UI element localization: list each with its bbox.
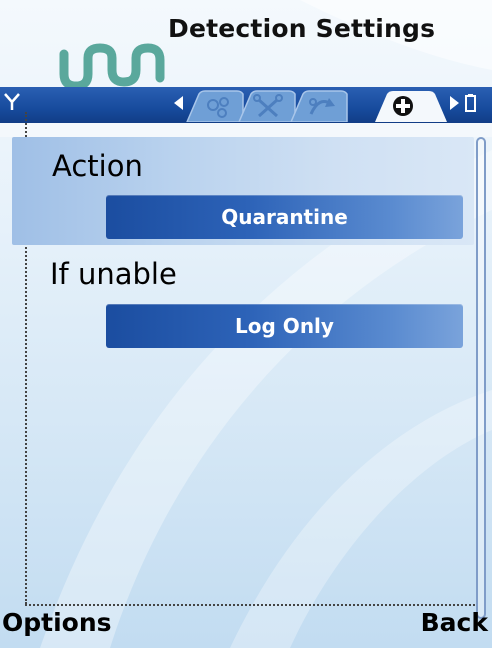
tab-update[interactable] — [289, 90, 349, 122]
action-value-field[interactable]: Quarantine — [106, 195, 463, 239]
first-aid-icon — [375, 91, 447, 122]
setting-label-action: Action — [52, 149, 143, 183]
phone-screen: Detection Settings Action Quarantine If … — [0, 0, 492, 648]
back-softkey[interactable]: Back — [421, 608, 488, 637]
tab-detection-settings[interactable] — [373, 90, 449, 122]
content-bottom-divider — [25, 604, 475, 606]
update-icon — [290, 90, 348, 122]
tab-scroll-left-icon[interactable] — [174, 96, 184, 110]
page-title: Detection Settings — [168, 14, 436, 43]
tab-scroll-right-icon[interactable] — [449, 96, 459, 110]
signal-strength-icon — [4, 93, 20, 110]
tab-bar-underline — [0, 123, 492, 137]
tab-virus-scan[interactable] — [185, 90, 245, 122]
app-logo-icon — [59, 43, 165, 91]
setting-label-if-unable: If unable — [50, 257, 177, 291]
scrollbar[interactable] — [476, 137, 486, 619]
tools-icon — [238, 90, 296, 122]
if-unable-value: Log Only — [235, 314, 334, 338]
title-bar: Detection Settings — [0, 0, 492, 91]
tab-tools[interactable] — [237, 90, 297, 122]
if-unable-value-field[interactable]: Log Only — [106, 304, 463, 348]
action-value: Quarantine — [221, 205, 348, 229]
virus-icon — [186, 90, 244, 122]
battery-icon — [465, 94, 476, 112]
options-softkey[interactable]: Options — [2, 608, 112, 637]
